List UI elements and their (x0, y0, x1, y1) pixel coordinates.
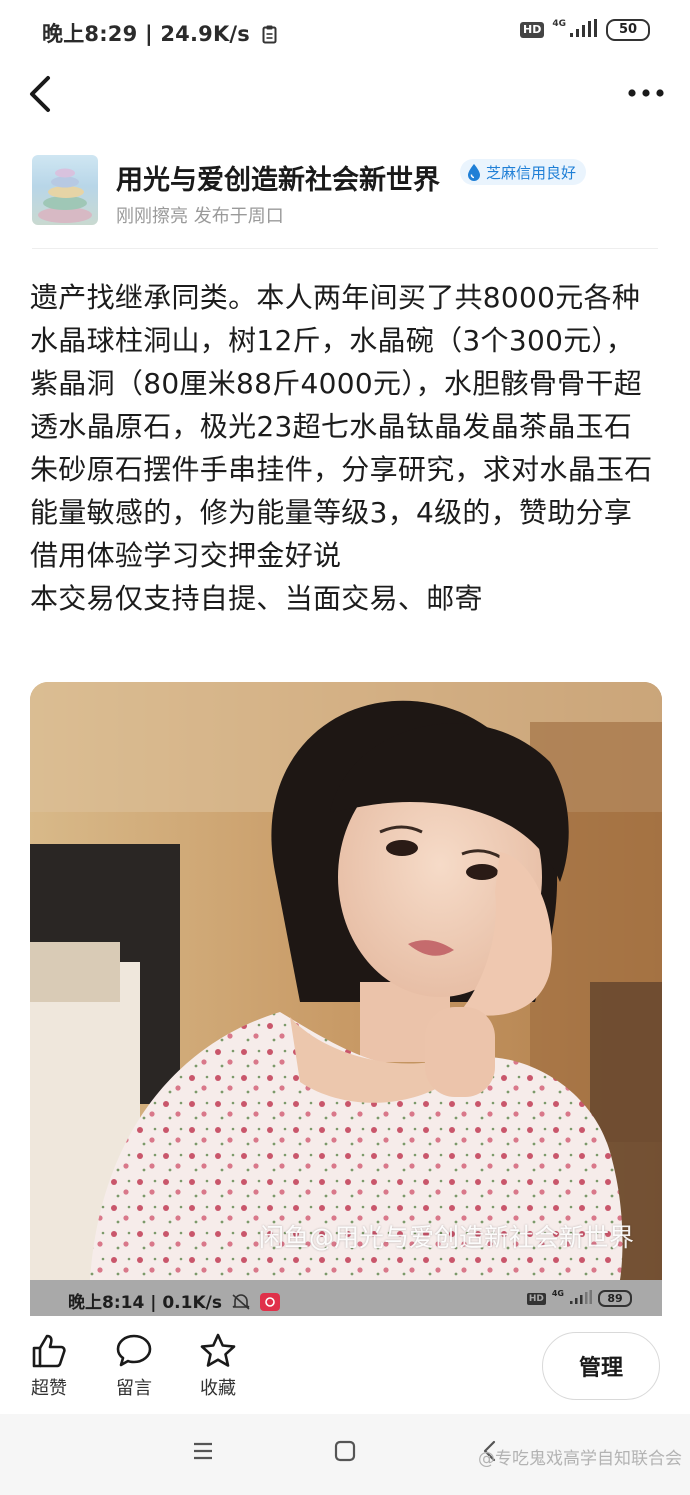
drop-icon (468, 164, 480, 181)
portrait-photo (30, 682, 662, 1280)
footer-watermark: @专吃鬼戏高学自知联合会 (478, 1449, 682, 1469)
back-button[interactable] (22, 72, 62, 116)
home-button[interactable] (334, 1440, 356, 1466)
mute-icon (228, 1293, 256, 1313)
photo-watermark: 闲鱼@用光与爱创造新社会新世界 (258, 1223, 634, 1252)
item-description: 遗产找继承同类。本人两年间买了共8000元各种水晶球柱洞山，树12斤，水晶碗（3… (30, 281, 653, 615)
embedded-status-time: 晚上8:14 | 0.1K/s (68, 1288, 280, 1313)
embedded-battery-icon: 89 (598, 1290, 632, 1307)
seller-subtitle: 刚刚擦亮 发布于周口 (116, 206, 284, 227)
more-button[interactable] (624, 76, 668, 110)
network-type: 4G (552, 18, 566, 29)
system-nav-bar: @专吃鬼戏高学自知联合会 (0, 1414, 690, 1495)
comment-button[interactable]: 留言 (104, 1332, 164, 1400)
signal-icon (570, 19, 598, 41)
credit-badge[interactable]: 芝麻信用良好 (460, 159, 587, 185)
thumbs-up-icon (32, 1334, 66, 1368)
seller-name[interactable]: 用光与爱创造新社会新世界 (116, 158, 440, 197)
status-indicators: HD 4G 50 (520, 19, 650, 41)
embedded-status-bar: 晚上8:14 | 0.1K/s HD 4G 89 (30, 1280, 662, 1316)
star-icon (200, 1333, 236, 1367)
embedded-network-type: 4G (551, 1289, 564, 1298)
hd-icon: HD (520, 22, 545, 38)
manage-button[interactable]: 管理 (542, 1332, 660, 1400)
avatar-stones-image (38, 168, 92, 223)
embedded-status-indicators: HD 4G 89 (526, 1289, 632, 1308)
action-bar: 超赞 留言 收藏 管理 (0, 1322, 690, 1412)
like-button[interactable]: 超赞 (19, 1332, 79, 1400)
status-bar: 晚上8:29 | 24.9K/s HD 4G 50 (0, 0, 690, 64)
comment-icon (116, 1334, 152, 1367)
embedded-signal-icon (570, 1289, 592, 1308)
square-icon (334, 1440, 356, 1462)
more-horizontal-icon (628, 89, 664, 97)
embedded-status-time-text: 晚上8:14 | 0.1K/s (68, 1293, 222, 1313)
credit-badge-label: 芝麻信用良好 (486, 163, 577, 182)
menu-lines-icon (194, 1442, 212, 1460)
app-notification-icon (256, 1293, 280, 1313)
divider (32, 248, 658, 249)
battery-icon: 50 (606, 19, 650, 41)
recents-button[interactable] (192, 1440, 214, 1466)
favorite-button[interactable]: 收藏 (188, 1332, 248, 1400)
favorite-label: 收藏 (200, 1378, 236, 1399)
clipboard-icon (262, 25, 277, 49)
product-photo[interactable]: 闲鱼@用光与爱创造新社会新世界 (30, 682, 662, 1280)
chevron-left-icon (30, 76, 50, 112)
status-time-text: 晚上8:29 | 24.9K/s (42, 22, 250, 46)
status-time: 晚上8:29 | 24.9K/s (42, 18, 277, 49)
seller-header: 用光与爱创造新社会新世界 芝麻信用良好 刚刚擦亮 发布于周口 (0, 150, 690, 240)
like-label: 超赞 (31, 1378, 67, 1399)
embedded-hd-icon: HD (526, 1292, 546, 1305)
top-nav (0, 64, 690, 122)
comment-label: 留言 (116, 1378, 152, 1399)
avatar[interactable] (32, 155, 98, 225)
